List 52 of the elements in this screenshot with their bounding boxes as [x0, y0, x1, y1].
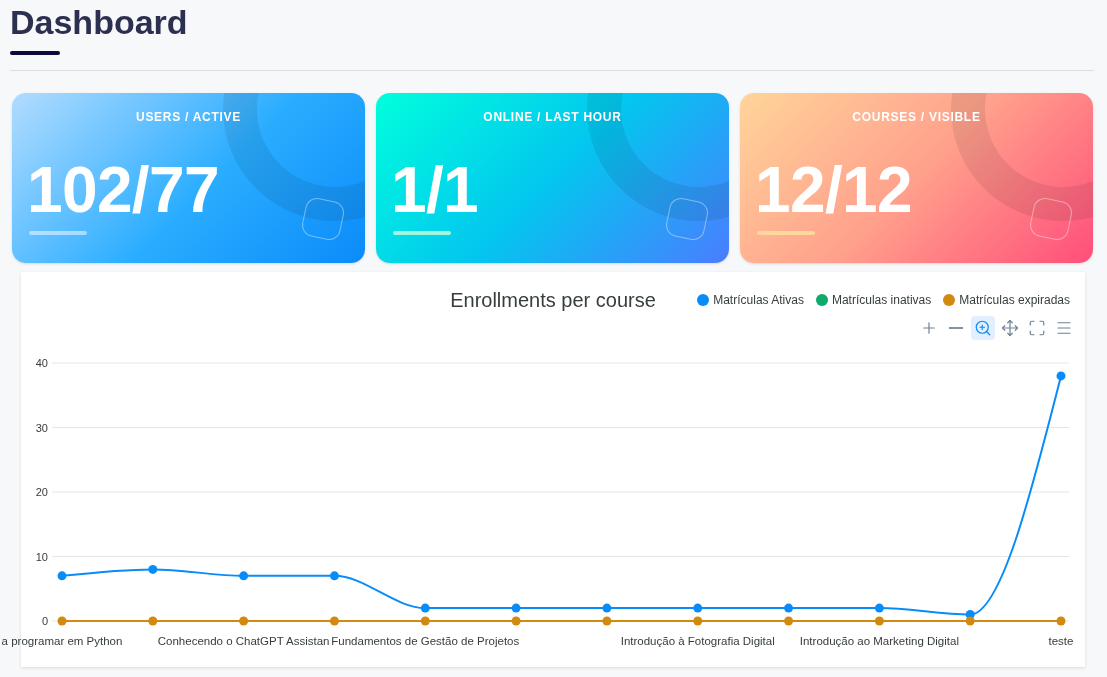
minus-icon [949, 327, 963, 329]
axis-label: a programar em Python [1, 635, 123, 647]
data-point [965, 616, 975, 626]
data-point [329, 571, 339, 581]
stat-label: ONLINE / LAST HOUR [483, 110, 622, 124]
legend-label[interactable]: Matrículas inativas [831, 291, 932, 309]
axis-label: 10 [35, 550, 48, 563]
plus-icon [920, 319, 938, 337]
data-point [148, 616, 158, 626]
data-point [239, 616, 249, 626]
data-point [329, 616, 339, 626]
zoom-button[interactable] [971, 316, 995, 340]
menu-icon [1055, 319, 1073, 337]
chart-title: Enrollments per course [450, 288, 656, 312]
data-point [602, 603, 612, 613]
four-arrows-icon [1001, 319, 1019, 337]
axis-label: 30 [35, 421, 48, 434]
page-title: Dashboard [10, 5, 188, 39]
magnifier-plus-icon [974, 319, 992, 337]
data-point [511, 616, 521, 626]
stat-value: 1/1 [391, 158, 479, 222]
data-point [784, 616, 794, 626]
axis-label: Fundamentos de Gestão de Projetos [331, 635, 520, 647]
data-point [1056, 616, 1066, 626]
axis-label: Introdução à Fotografia Digital [620, 635, 775, 647]
stat-value: 102/77 [27, 158, 219, 222]
data-point [602, 616, 612, 626]
data-point [784, 603, 794, 613]
data-point [57, 616, 67, 626]
data-point [148, 564, 158, 574]
data-point [511, 603, 521, 613]
data-point [874, 616, 884, 626]
data-point [420, 616, 430, 626]
corners-icon [1028, 319, 1046, 337]
data-point [1056, 371, 1066, 381]
stat-label: USERS / ACTIVE [136, 110, 241, 124]
stat-label: COURSES / VISIBLE [852, 110, 981, 124]
axis-label: 20 [35, 486, 48, 498]
axis-label: Conhecendo o ChatGPT Assistan [157, 635, 330, 647]
axis-label: teste [1048, 635, 1074, 647]
data-point [874, 603, 884, 613]
stat-value: 12/12 [755, 158, 912, 222]
axis-label: 0 [41, 615, 48, 627]
axis-label: 40 [35, 357, 48, 369]
legend-label[interactable]: Matrículas expiradas [959, 291, 1070, 309]
data-point [693, 616, 703, 626]
axis-label: Introdução ao Marketing Digital [799, 635, 959, 647]
data-point [57, 571, 67, 581]
data-point [420, 603, 430, 613]
data-point [693, 603, 703, 613]
data-point [239, 571, 249, 581]
legend-label[interactable]: Matrículas Ativas [713, 291, 804, 309]
